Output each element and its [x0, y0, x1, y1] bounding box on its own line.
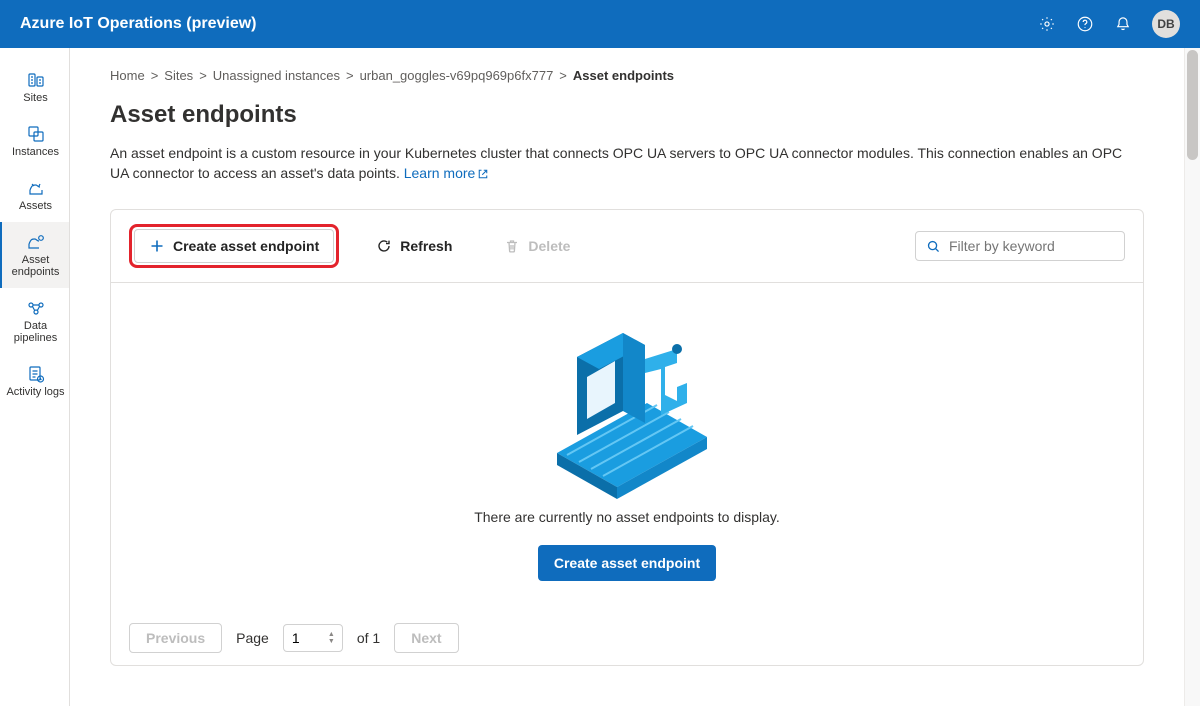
delete-button: Delete — [489, 229, 585, 263]
empty-illustration — [527, 303, 727, 503]
page-description: An asset endpoint is a custom resource i… — [110, 143, 1144, 183]
activity-logs-icon — [26, 364, 46, 384]
trash-icon — [504, 238, 520, 254]
sidebar-item-activity-logs[interactable]: Activity logs — [0, 354, 69, 408]
create-asset-endpoint-button[interactable]: Create asset endpoint — [134, 229, 334, 263]
refresh-icon — [376, 238, 392, 254]
breadcrumb-link[interactable]: Home — [110, 68, 145, 83]
sidebar-item-label: Instances — [12, 146, 59, 158]
asset-endpoints-icon — [26, 232, 46, 252]
number-spinner[interactable]: ▲▼ — [328, 627, 338, 649]
help-icon[interactable] — [1076, 15, 1094, 33]
breadcrumb-current: Asset endpoints — [573, 68, 674, 83]
pagination: Previous Page ▲▼ of 1 Next — [111, 611, 1143, 665]
empty-text: There are currently no asset endpoints t… — [474, 509, 780, 525]
refresh-button[interactable]: Refresh — [361, 229, 467, 263]
sites-icon — [26, 70, 46, 90]
header-actions: DB — [1038, 10, 1180, 38]
annotation-highlight: Create asset endpoint — [129, 224, 339, 268]
previous-button[interactable]: Previous — [129, 623, 222, 653]
notifications-icon[interactable] — [1114, 15, 1132, 33]
plus-icon — [149, 238, 165, 254]
instances-icon — [26, 124, 46, 144]
breadcrumb: Home> Sites> Unassigned instances> urban… — [110, 68, 1144, 83]
search-icon — [926, 239, 941, 254]
page-number-input[interactable]: ▲▼ — [283, 624, 343, 652]
filter-input[interactable] — [949, 238, 1130, 254]
nav-sidebar: Sites Instances Assets Asset endpoints D… — [0, 48, 70, 706]
sidebar-item-sites[interactable]: Sites — [0, 60, 69, 114]
empty-create-button[interactable]: Create asset endpoint — [538, 545, 716, 581]
toolbar: Create asset endpoint Refresh Delete — [111, 210, 1143, 283]
breadcrumb-link[interactable]: Unassigned instances — [213, 68, 340, 83]
sidebar-item-label: Sites — [23, 92, 47, 104]
sidebar-item-instances[interactable]: Instances — [0, 114, 69, 168]
learn-more-link[interactable]: Learn more — [404, 165, 490, 181]
sidebar-item-data-pipelines[interactable]: Data pipelines — [0, 288, 69, 354]
vertical-scrollbar[interactable] — [1184, 48, 1200, 706]
sidebar-item-label: Assets — [19, 200, 52, 212]
sidebar-item-assets[interactable]: Assets — [0, 168, 69, 222]
next-button[interactable]: Next — [394, 623, 458, 653]
page-label: Page — [236, 630, 269, 646]
app-title: Azure IoT Operations (preview) — [20, 15, 1038, 33]
filter-search[interactable] — [915, 231, 1125, 261]
content-card: Create asset endpoint Refresh Delete — [110, 209, 1144, 666]
breadcrumb-link[interactable]: Sites — [164, 68, 193, 83]
breadcrumb-link[interactable]: urban_goggles-v69pq969p6fx777 — [360, 68, 554, 83]
external-link-icon — [477, 165, 489, 177]
sidebar-item-asset-endpoints[interactable]: Asset endpoints — [0, 222, 69, 288]
sidebar-item-label: Data pipelines — [4, 320, 67, 344]
sidebar-item-label: Asset endpoints — [4, 254, 67, 278]
app-header: Azure IoT Operations (preview) DB — [0, 0, 1200, 48]
sidebar-item-label: Activity logs — [6, 386, 64, 398]
empty-state: There are currently no asset endpoints t… — [111, 283, 1143, 611]
page-of-label: of 1 — [357, 630, 380, 646]
data-pipelines-icon — [26, 298, 46, 318]
main-content: Home> Sites> Unassigned instances> urban… — [70, 48, 1184, 706]
assets-icon — [26, 178, 46, 198]
page-title: Asset endpoints — [110, 101, 1144, 129]
settings-icon[interactable] — [1038, 15, 1056, 33]
user-avatar[interactable]: DB — [1152, 10, 1180, 38]
scrollbar-thumb[interactable] — [1187, 50, 1198, 160]
